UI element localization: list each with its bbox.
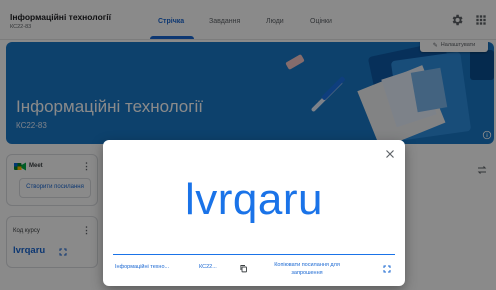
divider: [113, 254, 395, 255]
dialog-course-section: КС22...: [199, 264, 217, 270]
fullscreen-icon[interactable]: [383, 265, 391, 273]
copy-invite-link-button[interactable]: Копіювати посилання для запрошення: [261, 262, 353, 278]
copy-icon[interactable]: [239, 264, 248, 273]
dialog-course-name: Інформаційні техно...: [115, 264, 170, 270]
class-code-large: lvrqaru: [185, 175, 323, 224]
class-code-dialog: lvrqaru Інформаційні техно... КС22... Ко…: [103, 140, 405, 286]
close-icon[interactable]: [384, 148, 396, 160]
